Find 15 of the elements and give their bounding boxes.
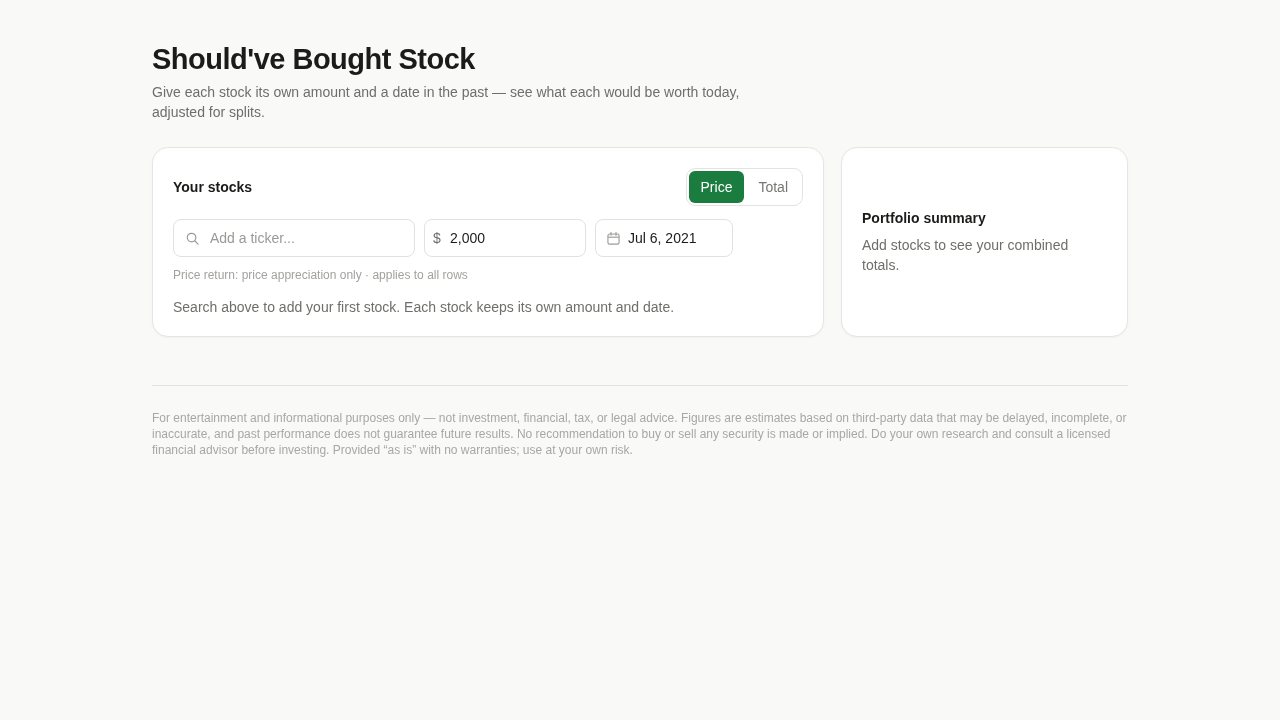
page-subtitle: Give each stock its own amount and a date in the past — see what each would be worth today, adjusted for splits. [152, 83, 741, 122]
return-toggle-option[interactable]: Price [688, 171, 745, 203]
date-field[interactable]: Jul 6, 2021 [595, 219, 733, 257]
search-icon [186, 231, 199, 245]
stocks-title: Your stocks [173, 178, 253, 196]
calendar-icon [607, 231, 620, 245]
page-title: Should've Bought Stock [152, 42, 475, 77]
return-toggle-option[interactable]: Total [746, 171, 800, 203]
currency-prefix: $ [433, 229, 441, 247]
summary-message: Add stocks to see your combined totals. [862, 236, 1070, 275]
ticker-search-field[interactable]: Add a ticker... [173, 219, 415, 257]
summary-title: Portfolio summary [862, 209, 987, 227]
return-note: Price return: price appreciation only · applies to all rows [173, 267, 469, 283]
disclaimer-text: For entertainment and informational purposes only — not investment, financial, tax, or legal advice. Figures are estimates based on third-party data that may be delayed, incomplete, or inaccurate, and past performance does not guarantee future results. No recommendation to buy or sell any security is made or implied. Do your own research and consult a licensed financial advisor before investing. Provided “as is” with no warranties; use at your own risk. [152, 410, 1128, 458]
empty-stocks-message: Search above to add your first stock. Each stock keeps its own amount and date. [173, 298, 676, 317]
